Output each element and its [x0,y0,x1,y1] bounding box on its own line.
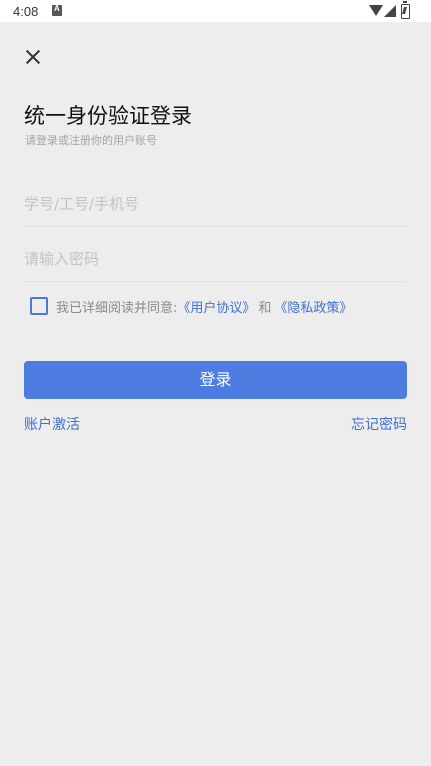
agreement-row: 我已详细阅读并同意: 《用户协议》 和 《隐私政策》 [30,296,352,316]
page-subtitle: 请登录或注册你的用户账号 [25,134,157,147]
a-notification-icon [52,4,62,16]
forgot-password-link[interactable]: 忘记密码 [351,414,407,434]
page-title: 统一身份验证登录 [24,104,192,128]
agreement-prefix: 我已详细阅读并同意: [56,300,178,316]
status-icons [366,1,418,19]
wifi-icon [369,5,383,16]
username-input[interactable] [24,182,407,226]
agreement-checkbox[interactable] [30,297,48,315]
password-input[interactable] [24,237,407,281]
privacy-policy-link[interactable]: 《隐私政策》 [274,297,352,316]
close-icon[interactable] [20,44,46,70]
agreement-and: 和 [258,300,272,316]
activate-account-link[interactable]: 账户激活 [24,414,80,434]
status-time: 4:08 [13,4,39,19]
login-button[interactable]: 登录 [24,361,407,399]
battery-icon [401,1,410,19]
password-field-container [24,237,407,282]
username-field-container [24,182,407,227]
status-bar: 4:08 [0,0,431,22]
signal-icon [384,5,396,17]
user-agreement-link[interactable]: 《用户协议》 [177,297,255,316]
